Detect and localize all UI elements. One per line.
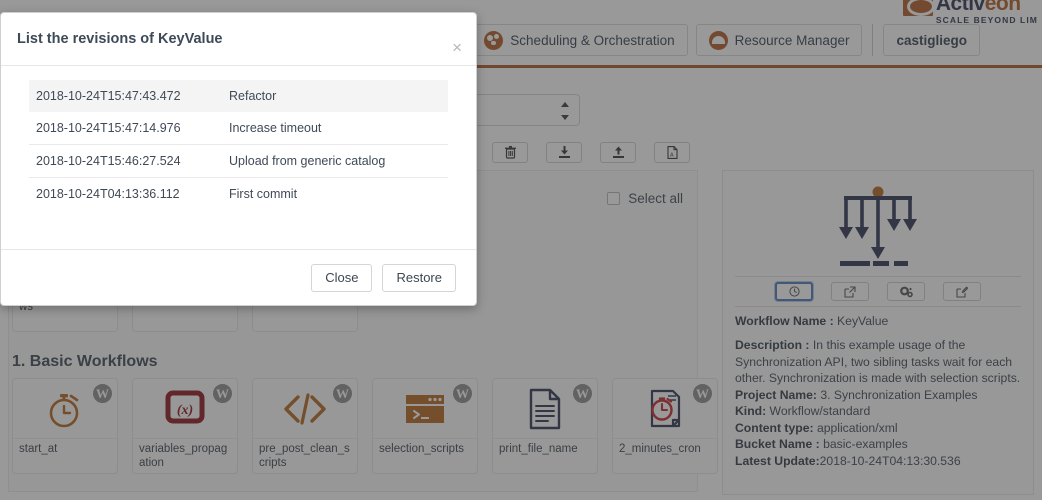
close-icon[interactable]: × — [452, 39, 462, 56]
table-row[interactable]: 2018-10-24T15:47:43.472 Refactor — [29, 80, 448, 112]
revision-date: 2018-10-24T04:13:36.112 — [29, 177, 229, 210]
application-window: Activeon SCALE BEYOND LIM Workflow Studi… — [0, 0, 1042, 500]
modal-footer: Close Restore — [1, 249, 476, 305]
revision-message: Increase timeout — [229, 121, 322, 135]
revisions-table: 2018-10-24T15:47:43.472 Refactor 2018-10… — [29, 80, 448, 210]
revision-message: Refactor — [229, 80, 448, 112]
modal-title: List the revisions of KeyValue — [17, 31, 223, 47]
revision-date: 2018-10-24T15:47:14.976 — [36, 121, 181, 135]
modal-header: List the revisions of KeyValue × — [1, 13, 476, 66]
revisions-modal: List the revisions of KeyValue × 2018-10… — [0, 12, 477, 306]
restore-button[interactable]: Restore — [382, 263, 456, 292]
close-button[interactable]: Close — [311, 263, 373, 292]
table-row[interactable]: 2018-10-24T15:46:27.524 Upload from gene… — [29, 144, 448, 178]
table-row[interactable]: 2018-10-24T15:47:14.976 Increase timeout — [29, 112, 448, 145]
table-row[interactable]: 2018-10-24T04:13:36.112 First commit — [29, 177, 448, 210]
modal-body: 2018-10-24T15:47:43.472 Refactor 2018-10… — [1, 66, 476, 249]
revision-date: 2018-10-24T15:47:43.472 — [29, 80, 229, 112]
revision-message: Upload from generic catalog — [229, 144, 448, 178]
revision-date: 2018-10-24T15:46:27.524 — [29, 144, 229, 178]
revision-message: First commit — [229, 177, 448, 210]
